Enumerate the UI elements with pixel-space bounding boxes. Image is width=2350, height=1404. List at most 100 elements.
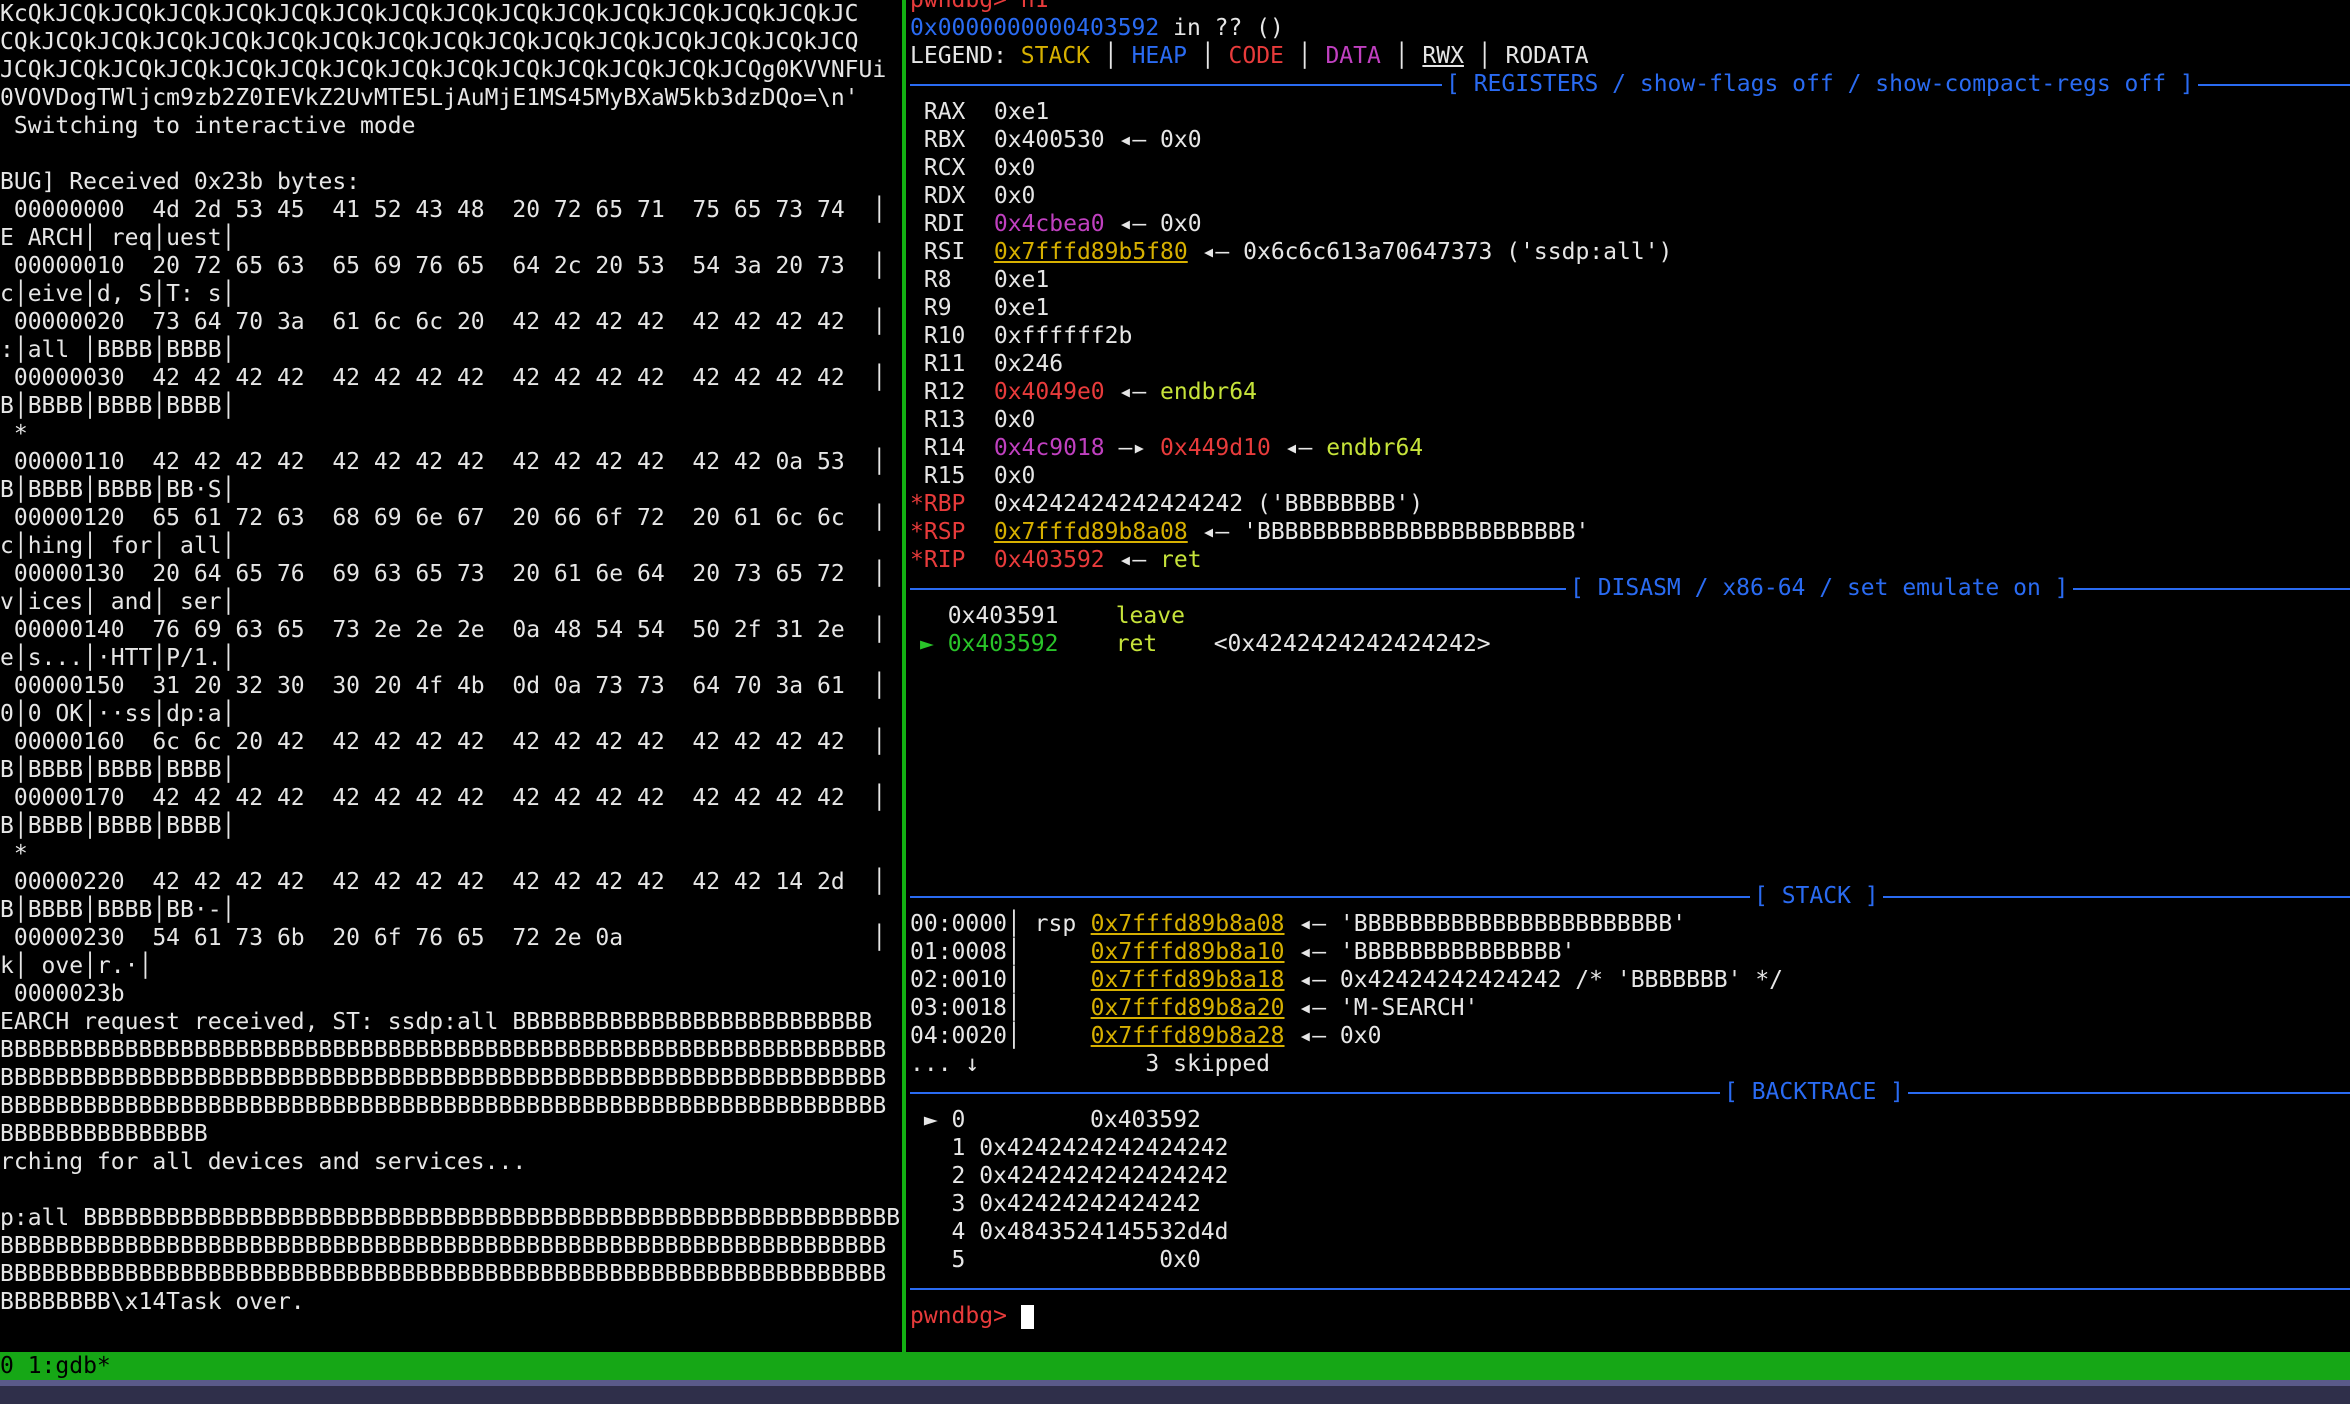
output-line: 0000023b — [0, 981, 125, 1007]
deref-arrow: ◂— — [1104, 211, 1161, 237]
pane-divider[interactable] — [902, 0, 906, 1352]
register-changed-mark — [910, 351, 924, 377]
instruction-marker — [920, 603, 948, 629]
output-line: BBBBBBBBBBBBBBBBBBBBBBBBBBBBBBBBBBBBBBBB… — [0, 1093, 887, 1119]
output-line: E ARCH│ req│uest│ — [0, 225, 236, 251]
deref-arrow: ◂— — [1284, 967, 1340, 993]
deref-arrow: ◂— — [1284, 995, 1340, 1021]
stack-row: 00:0000│ rsp 0x7fffd89b8a08 ◂— 'BBBBBBBBB… — [910, 910, 2350, 938]
pwndbg-context-pane[interactable]: pwndbg> n1 0x0000000000403592 in ?? () L… — [910, 0, 2350, 1352]
stack-offset: 00:0000 — [910, 911, 1007, 937]
register-deref-value: 0x6c6c613a70647373 ('ssdp:all') — [1243, 239, 1673, 265]
deref-arrow: ◂— — [1104, 379, 1161, 405]
deref-arrow: ◂— — [1104, 127, 1161, 153]
previous-command-line: pwndbg> n1 — [910, 0, 1049, 13]
output-line: 00000030 42 42 42 42 42 42 42 42 42 42 4… — [0, 365, 887, 391]
register-changed-mark — [910, 211, 924, 237]
output-line: BBBBBBBB\x14Task over. — [0, 1289, 305, 1315]
register-row: *RSP 0x7fffd89b8a08 ◂— 'BBBBBBBBBBBBBBBBB… — [910, 518, 2350, 546]
legend-rodata: RODATA — [1505, 43, 1589, 69]
backtrace-list: ► 0 0x403592 1 0x4242424242424242 2 0x42… — [910, 1106, 2350, 1274]
register-value: 0x246 — [993, 351, 1064, 377]
backtrace-frame: 4 0x4843524145532d4d — [910, 1219, 1229, 1245]
register-row: RBX 0x400530 ◂— 0x0 — [910, 126, 2350, 154]
terminal-window: KcQkJCQkJCQkJCQkJCQkJCQkJCQkJCQkJCQkJCQk… — [0, 0, 2350, 1404]
stack-address: 0x7fffd89b8a08 — [1090, 911, 1285, 937]
tmux-status-bar: 0 1:gdb* — [0, 1352, 2350, 1380]
register-value: 0xe1 — [993, 99, 1050, 125]
output-line: e│s...│·HTT│P/1.│ — [0, 645, 236, 671]
tmux-window-list[interactable]: 0 1:gdb* — [0, 1353, 111, 1379]
current-location-line: 0x0000000000403592 in ?? () — [910, 14, 2350, 42]
output-line: * — [0, 841, 28, 867]
stack-value: 'BBBBBBBBBBBBBBBBBBBBBBB' — [1339, 911, 1687, 937]
register-value: 0xe1 — [993, 267, 1050, 293]
stack-address: 0x7fffd89b8a18 — [1090, 967, 1285, 993]
register-value: 0x7fffd89b5f80 — [993, 239, 1188, 265]
output-line: 00000170 42 42 42 42 42 42 42 42 42 42 4… — [0, 785, 887, 811]
legend-heap: HEAP — [1131, 43, 1187, 69]
register-deref-value: 0x0 — [1160, 211, 1202, 237]
command-prompt: pwndbg> — [910, 1303, 1021, 1329]
register-row: RCX 0x0 — [910, 154, 2350, 182]
legend-code: CODE — [1228, 43, 1284, 69]
backtrace-frame: ► 0 0x403592 — [910, 1107, 1201, 1133]
output-line: 00000140 76 69 63 65 73 2e 2e 2e 0a 48 5… — [0, 617, 887, 643]
stack-value: 0x42424242424242 /* 'BBBBBBB' */ — [1339, 967, 1784, 993]
output-line: B│BBBB│BBBB│BB·S│ — [0, 477, 236, 503]
text-cursor[interactable] — [1020, 1304, 1034, 1329]
register-deref-value: endbr64 — [1326, 435, 1424, 461]
instruction-operands: <0x4242424242424242> — [1213, 631, 1491, 657]
register-value: 0x4c9018 — [993, 435, 1105, 461]
register-row: RAX 0xe1 — [910, 98, 2350, 126]
command-prompt-line[interactable]: pwndbg> — [910, 1302, 2350, 1330]
register-changed-mark — [910, 183, 924, 209]
instruction-marker: ► — [920, 631, 948, 657]
register-value: 0x7fffd89b8a08 — [993, 519, 1188, 545]
register-name: RSI — [923, 239, 966, 265]
stack-address: 0x7fffd89b8a20 — [1090, 995, 1285, 1021]
stack-offset: 02:0010 — [910, 967, 1007, 993]
output-line: B│BBBB│BBBB│BBBB│ — [0, 813, 236, 839]
stack-register: rsp — [1034, 911, 1077, 937]
output-line: p:all BBBBBBBBBBBBBBBBBBBBBBBBBBBBBBBBBB… — [0, 1205, 901, 1231]
register-changed-mark — [910, 155, 924, 181]
output-line: B│BBBB│BBBB│BB·-│ — [0, 897, 236, 923]
register-changed-mark — [910, 323, 924, 349]
deref-arrow: —▸ — [1104, 435, 1161, 461]
register-name: R12 — [923, 379, 966, 405]
register-name: R10 — [923, 323, 966, 349]
register-row: RDI 0x4cbea0 ◂— 0x0 — [910, 210, 2350, 238]
register-value: 0x400530 — [993, 127, 1105, 153]
register-changed-mark — [910, 379, 924, 405]
register-changed-mark — [910, 295, 924, 321]
output-line: 00000010 20 72 65 63 65 69 76 65 64 2c 2… — [0, 253, 887, 279]
backtrace-frame: 3 0x42424242424242 — [910, 1191, 1201, 1217]
backtrace-header: [ BACKTRACE ] — [910, 1078, 2350, 1106]
program-output-pane[interactable]: KcQkJCQkJCQkJCQkJCQkJCQkJCQkJCQkJCQkJCQk… — [0, 0, 902, 1352]
register-row: R8 0xe1 — [910, 266, 2350, 294]
register-name: R9 — [923, 295, 952, 321]
register-row: *RBP 0x4242424242424242 ('BBBBBBBB') — [910, 490, 2350, 518]
output-line: BBBBBBBBBBBBBBBBBBBBBBBBBBBBBBBBBBBBBBBB… — [0, 1261, 887, 1287]
register-value: 0x0 — [993, 407, 1036, 433]
output-line: 00000220 42 42 42 42 42 42 42 42 42 42 4… — [0, 869, 887, 895]
register-value: 0xffffff2b — [993, 323, 1133, 349]
register-name: R15 — [923, 463, 966, 489]
stack-row: 04:0020│ 0x7fffd89b8a28 ◂— 0x0 — [910, 1022, 2350, 1050]
register-name: RDI — [923, 211, 966, 237]
register-row: R10 0xffffff2b — [910, 322, 2350, 350]
output-line: BBBBBBBBBBBBBBB — [0, 1121, 208, 1147]
register-name: R11 — [923, 351, 966, 377]
disasm-blank-area — [910, 658, 2350, 882]
deref-arrow: ◂— — [1284, 911, 1340, 937]
register-changed-mark — [910, 239, 924, 265]
stack-divider: │ — [1006, 967, 1035, 993]
output-line: 0VOVDogTWljcm9zb2Z0IEVkZ2UvMTE5LjAuMjE1M… — [0, 85, 859, 111]
register-changed-mark — [910, 127, 924, 153]
register-name: RBX — [923, 127, 966, 153]
legend-line: LEGEND: STACK │ HEAP │ CODE │ DATA │ RWX… — [910, 43, 1589, 69]
register-deref-value: ret — [1160, 547, 1202, 573]
